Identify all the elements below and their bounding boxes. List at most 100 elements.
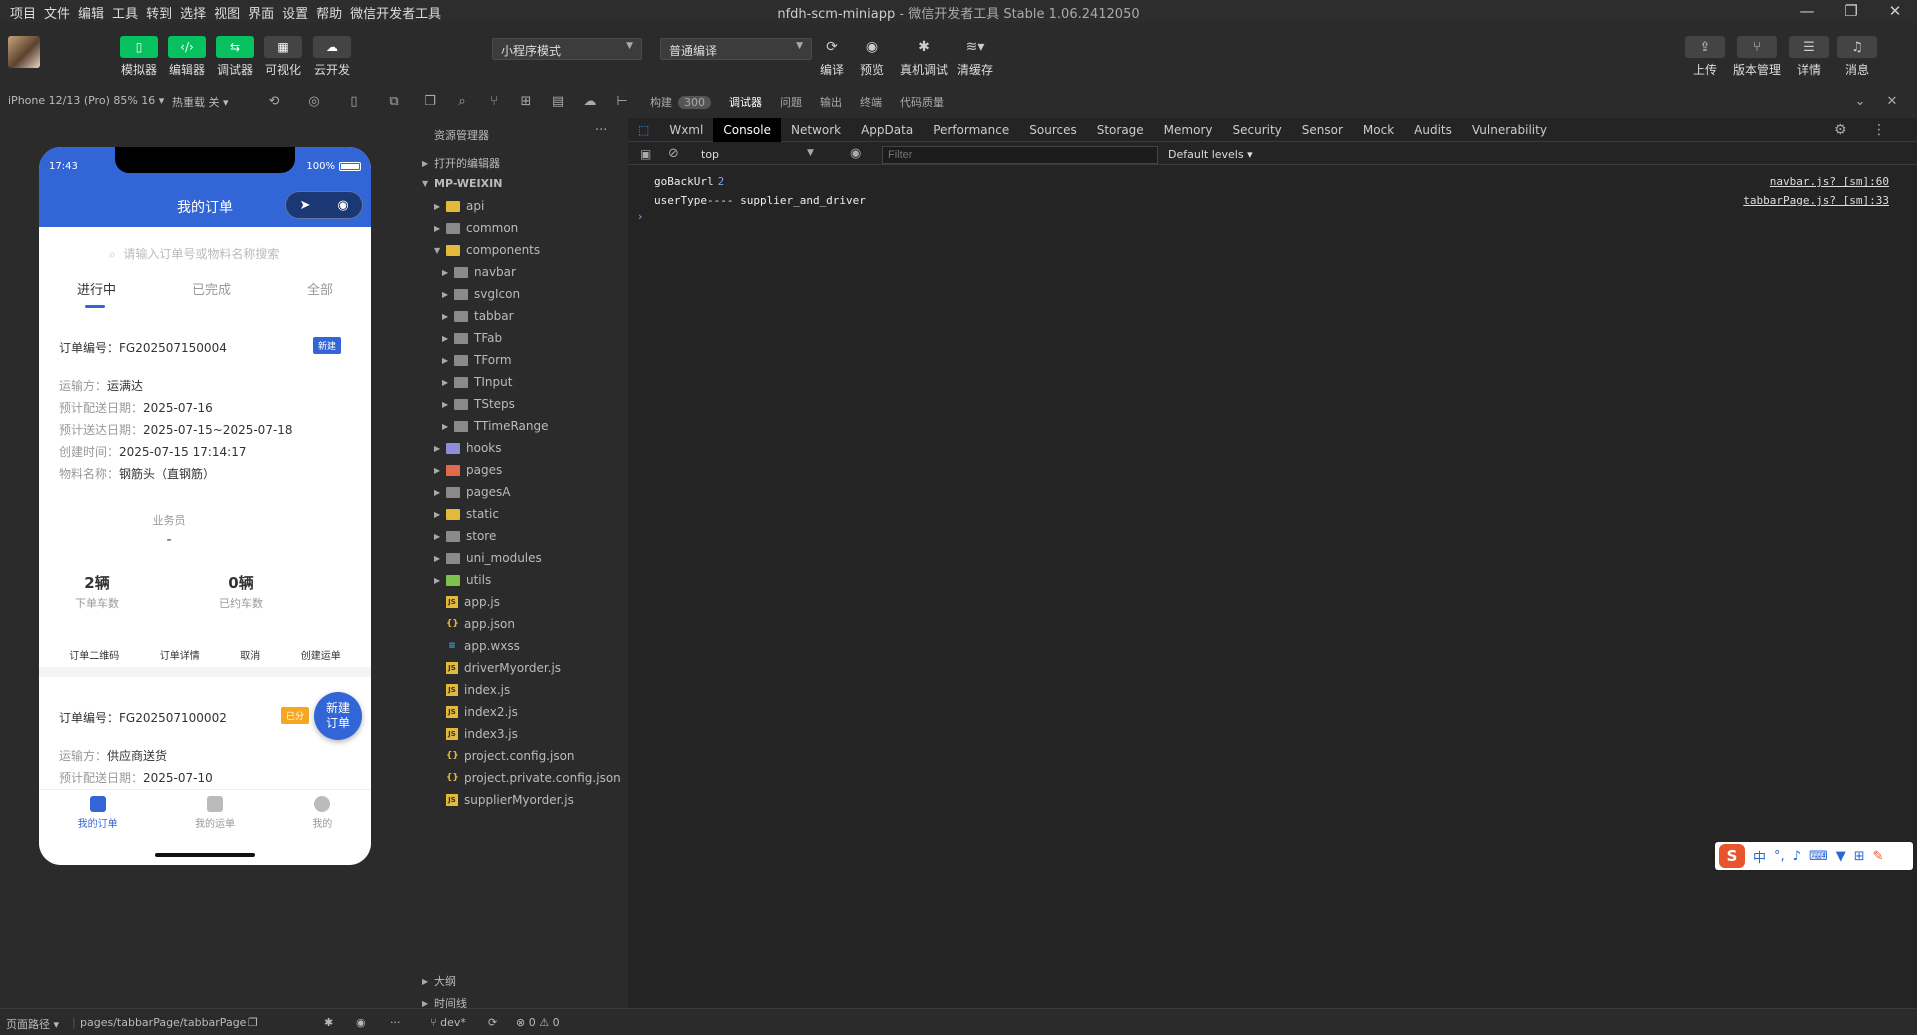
chevron-down-icon[interactable]: ⌄ — [1852, 93, 1868, 109]
tree-folder-common[interactable]: ▶ common — [434, 221, 518, 235]
tree-file-supplier-myorder[interactable]: JS supplierMyorder.js — [446, 793, 574, 807]
tree-file-index2-js[interactable]: JS index2.js — [446, 705, 518, 719]
context-select[interactable]: top ▼ — [701, 148, 814, 161]
tree-file-project-private-config[interactable]: {} project.private.config.json — [446, 771, 621, 785]
filter-input[interactable] — [882, 146, 1158, 164]
order-detail-button[interactable]: 订单详情 — [160, 647, 200, 662]
mode-select[interactable]: 小程序模式 ▼ — [492, 38, 642, 60]
microphone-icon[interactable]: ♪ — [1793, 849, 1801, 864]
tab-completed[interactable]: 已完成 — [192, 279, 231, 298]
clear-console-icon[interactable]: ⊘ — [668, 146, 679, 161]
eye-icon[interactable]: ◉ — [850, 146, 861, 161]
tree-folder-ttimerange[interactable]: ▶ TTimeRange — [442, 419, 549, 433]
tree-file-app-wxss[interactable]: ≡ app.wxss — [446, 639, 520, 653]
tree-folder-tabbar[interactable]: ▶ tabbar — [442, 309, 514, 323]
search-icon[interactable]: ⌕ — [454, 93, 470, 109]
location-icon[interactable]: ➤ — [286, 198, 324, 213]
eye-icon[interactable]: ◉ — [356, 1016, 366, 1029]
tree-folder-static[interactable]: ▶ static — [434, 507, 499, 521]
tab-audits[interactable]: Audits — [1404, 118, 1462, 142]
tree-folder-utils[interactable]: ▶ utils — [434, 573, 491, 587]
tree-folder-tsteps[interactable]: ▶ TSteps — [442, 397, 515, 411]
kebab-menu-icon[interactable]: ⋮ — [1872, 122, 1886, 138]
tree-folder-components[interactable]: ▼ components — [434, 243, 540, 257]
inspect-icon[interactable]: ⬚ — [628, 118, 659, 142]
tree-file-index-js[interactable]: JS index.js — [446, 683, 510, 697]
gear-icon[interactable]: ⚙ — [1834, 122, 1847, 138]
rotate-icon[interactable]: ⟲ — [266, 93, 282, 109]
clear-cache-button[interactable]: ≋▾ 清缓存 — [957, 36, 993, 78]
punctuation-icon[interactable]: °, — [1774, 849, 1785, 864]
tab-console[interactable]: Console — [713, 117, 781, 142]
tab-code-quality[interactable]: 代码质量 — [900, 94, 944, 110]
record-icon[interactable]: ◉ — [324, 198, 362, 213]
debugger-button[interactable]: ⇆ 调试器 — [211, 36, 259, 78]
cloud-icon[interactable]: ☁ — [582, 93, 598, 109]
avatar[interactable] — [8, 36, 40, 68]
close-panel-icon[interactable]: ✕ — [1884, 93, 1900, 109]
tree-file-project-config[interactable]: {} project.config.json — [446, 749, 575, 763]
tab-appdata[interactable]: AppData — [851, 118, 923, 142]
simulator-button[interactable]: ▯ 模拟器 — [115, 36, 163, 78]
tree-folder-pagesa[interactable]: ▶ pagesA — [434, 485, 510, 499]
tree-folder-pages[interactable]: ▶ pages — [434, 463, 502, 477]
tab-problems[interactable]: 问题 — [780, 94, 802, 110]
tab-terminal[interactable]: 终端 — [860, 94, 882, 110]
maximize-icon[interactable]: ❐ — [1829, 0, 1873, 22]
git-icon[interactable]: ⑂ — [486, 93, 502, 109]
page-path-select[interactable]: 页面路径 ▾ — [6, 1016, 59, 1032]
tab-mock[interactable]: Mock — [1353, 118, 1404, 142]
git-branch[interactable]: ⑂ dev* — [430, 1016, 466, 1029]
cancel-button[interactable]: 取消 — [240, 647, 260, 662]
device-icon[interactable]: ▯ — [346, 93, 362, 109]
tree-folder-hooks[interactable]: ▶ hooks — [434, 441, 502, 455]
extensions-icon[interactable]: ⊞ — [518, 93, 534, 109]
search-input[interactable]: ⌕ 请输入订单号或物料名称搜索 — [109, 245, 279, 262]
real-debug-button[interactable]: ✱ 真机调试 — [900, 36, 948, 78]
tab-output[interactable]: 输出 — [820, 94, 842, 110]
visual-button[interactable]: ▦ 可视化 — [259, 36, 307, 78]
ime-language[interactable]: 中 — [1753, 847, 1766, 866]
files-icon[interactable]: ❐ — [422, 93, 438, 109]
tabbar-my-orders[interactable]: 我的订单 — [78, 796, 118, 865]
create-waybill-button[interactable]: 创建运单 — [301, 647, 341, 662]
editor-button[interactable]: ‹/› 编辑器 — [163, 36, 211, 78]
tab-sensor[interactable]: Sensor — [1292, 118, 1353, 142]
open-editors-section[interactable]: ▶ 打开的编辑器 — [422, 155, 500, 171]
cloud-button[interactable]: ☁ 云开发 — [308, 36, 356, 78]
sidebar-toggle-icon[interactable]: ▣ — [640, 147, 651, 161]
tree-file-index3-js[interactable]: JS index3.js — [446, 727, 518, 741]
tree-file-app-json[interactable]: {} app.json — [446, 617, 515, 631]
tree-file-app-js[interactable]: JS app.js — [446, 595, 500, 609]
preview-button[interactable]: ◉ 预览 — [857, 36, 887, 78]
tab-wxml[interactable]: Wxml — [659, 118, 713, 142]
split-icon[interactable]: ⊢ — [614, 93, 630, 109]
problems-count[interactable]: ⊗ 0 ⚠ 0 — [516, 1016, 560, 1029]
order-qrcode-button[interactable]: 订单二维码 — [69, 647, 119, 662]
tab-debugger[interactable]: 调试器 — [729, 94, 762, 110]
tree-folder-api[interactable]: ▶ api — [434, 199, 484, 213]
close-icon[interactable]: ✕ — [1873, 0, 1917, 22]
tree-folder-store[interactable]: ▶ store — [434, 529, 496, 543]
tab-build[interactable]: 构建 — [650, 94, 672, 110]
tree-folder-svgicon[interactable]: ▶ svgIcon — [442, 287, 520, 301]
tab-vulnerability[interactable]: Vulnerability — [1462, 118, 1557, 142]
copy-icon[interactable]: ❐ — [248, 1016, 258, 1029]
log-source-link[interactable]: tabbarPage.js? [sm]:33 — [1743, 194, 1889, 207]
settings-icon[interactable]: ✎ — [1873, 849, 1884, 864]
tab-memory[interactable]: Memory — [1154, 118, 1223, 142]
tab-sources[interactable]: Sources — [1019, 118, 1086, 142]
compile-button[interactable]: ⟳ 编译 — [817, 36, 847, 78]
minimize-icon[interactable]: — — [1785, 0, 1829, 22]
messages-button[interactable]: ♫ 消息 — [1827, 36, 1887, 78]
outline-section[interactable]: ▶ 大纲 — [422, 973, 456, 989]
tab-performance[interactable]: Performance — [923, 118, 1019, 142]
log-levels-select[interactable]: Default levels ▾ — [1168, 148, 1253, 161]
tree-folder-uni-modules[interactable]: ▶ uni_modules — [434, 551, 542, 565]
keyboard-icon[interactable]: ⌨ — [1809, 849, 1828, 864]
hotreload-select[interactable]: 热重载 关 ▾ — [172, 94, 229, 110]
tab-network[interactable]: Network — [781, 118, 851, 142]
console-prompt[interactable]: › — [638, 210, 642, 223]
tab-all[interactable]: 全部 — [307, 279, 333, 298]
tree-folder-tform[interactable]: ▶ TForm — [442, 353, 512, 367]
